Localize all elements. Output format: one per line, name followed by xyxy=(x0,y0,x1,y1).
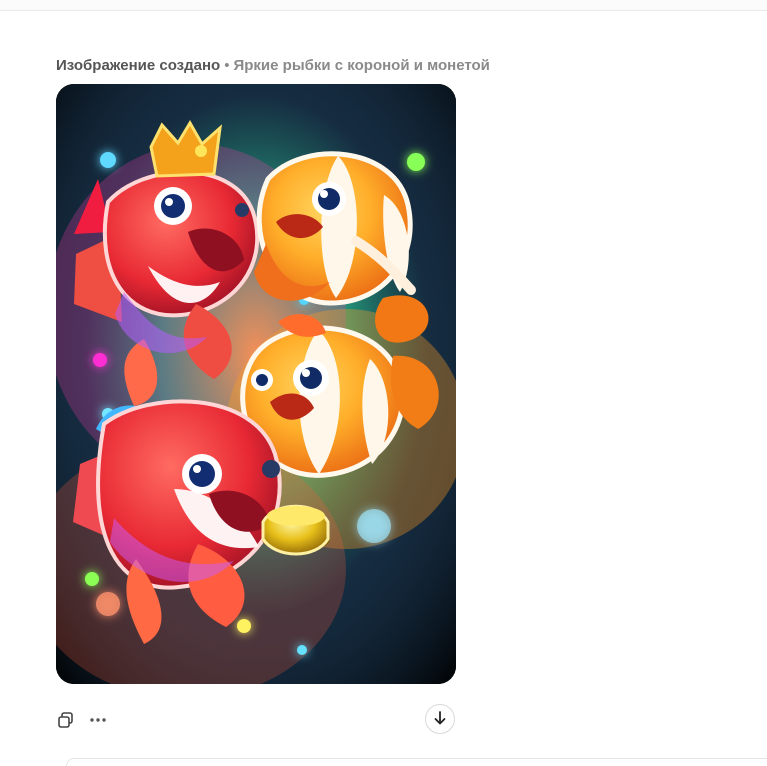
top-divider xyxy=(0,0,767,11)
generated-image[interactable] xyxy=(56,84,456,684)
next-message-edge xyxy=(66,758,767,766)
more-options-button[interactable] xyxy=(88,710,108,730)
more-icon xyxy=(90,718,106,722)
copy-icon xyxy=(58,712,73,728)
image-caption: Изображение создано • Яркие рыбки с короно… xyxy=(56,57,490,75)
generated-image-art xyxy=(56,84,456,684)
copy-icon-button[interactable] xyxy=(56,710,76,730)
download-icon xyxy=(434,711,446,725)
caption-separator: • xyxy=(224,57,230,74)
image-description: Яркие рыбки с короной и монетой xyxy=(233,57,490,74)
image-created-label: Изображение создано xyxy=(56,57,221,74)
download-button[interactable] xyxy=(425,704,455,734)
gold-coin-stack xyxy=(261,504,330,556)
image-actions xyxy=(56,702,456,738)
